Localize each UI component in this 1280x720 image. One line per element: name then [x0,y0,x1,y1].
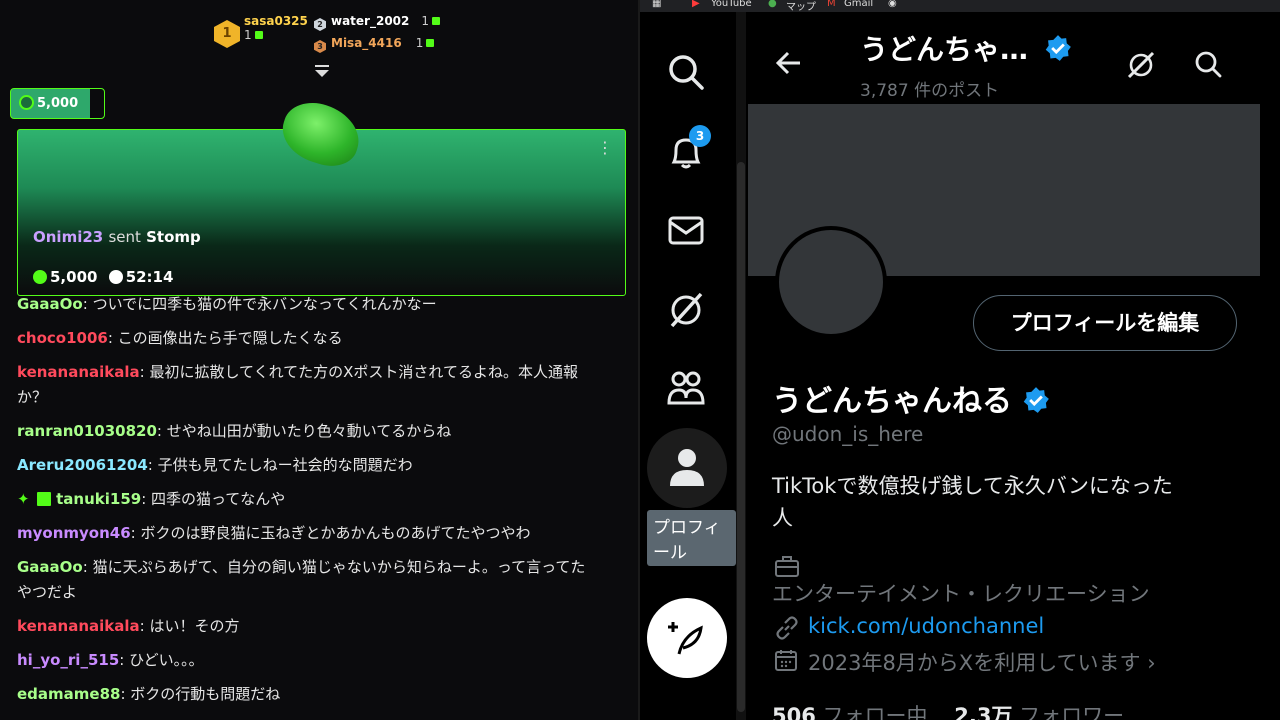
sidebar-scrollbar[interactable] [736,12,746,720]
chat-message: ranran01030820: せやね山田が動いたり色々動いてるからね [17,422,452,440]
stream-chat-panel: 1 sasa0325 1 2 water_2002 1 3 Misa_4416 1 5,… [0,0,640,720]
apps-grid-icon[interactable]: ▦ [652,0,661,9]
messages-mail-icon[interactable] [666,210,706,250]
silver-medal-icon: 2 [314,18,326,31]
gift-sender: Onimi23 [33,228,104,246]
chat-message: GaaaOo: 猫に天ぷらあげて、自分の飼い猫じゃないから知らねーよ。って言って… [17,558,586,601]
scrollbar-thumb[interactable] [737,162,745,712]
profile-bio: TikTokで数億投げ銭して永久バンになった人 [772,474,1173,530]
profile-tooltip: プロフィール [647,510,736,566]
collapse-icon[interactable] [314,64,330,78]
chat-message: choco1006: この画像出たら手で隠したくなる [17,329,343,347]
bookmark-gmail[interactable]: Gmail [844,0,873,9]
more-options-icon[interactable]: ⋮ [597,138,613,157]
followers-count[interactable]: 2.3万 [954,704,1012,720]
goal-pill[interactable]: 5,000 [10,88,105,119]
chat-message: hi_yo_ri_515: ひどい。。。 [17,651,204,669]
gmail-icon: M [827,0,836,9]
back-arrow-icon[interactable] [776,50,802,76]
subscriber-badge-icon [37,492,52,506]
globe-icon[interactable]: ◉ [888,0,897,9]
gift-message: Onimi23 sent Stomp [33,228,201,246]
following-count[interactable]: 506 [772,704,816,720]
x-profile-window: 3 プロフィール うどんちゃ… 3,787 件のポスト プロフィールを編集 うど… [640,12,1280,720]
chat-message: kenananaikala: はい！その方 [17,617,240,635]
chat-message: edamame88: ボクの行動も問題だね [17,685,281,703]
followers-label[interactable]: フォロワー [1019,704,1124,720]
header-name: うどんちゃ… [860,33,1029,66]
maps-icon: ● [768,0,777,9]
gift-icon [426,39,435,47]
profile-joined-text: 2023年8月からXを利用しています [808,651,1141,675]
profile-name: うどんちゃんねる [772,376,1050,420]
chat-message: kenananaikala: 最初に拡散してくれてた方のXポスト消されてるよね。… [17,363,578,406]
edit-profile-button[interactable]: プロフィールを編集 [973,295,1237,351]
gift-stats: 5,000 52:14 [33,268,173,286]
gift-verb: sent [108,228,141,246]
gift-icon [432,17,441,25]
leaderboard-name: sasa0325 [244,14,308,28]
gift-icon [254,31,263,39]
avatar[interactable] [775,226,887,338]
verified-badge-icon [1024,387,1050,413]
profile-person-icon [670,449,704,486]
header-title: うどんちゃ… [860,28,1072,68]
leaderboard-count: 1 [421,14,430,28]
chat-message: GaaaOo: ついでに四季も猫の件で永バンなってくれんかなー [17,295,437,313]
follow-stats: 506 フォロー中 2.3万 フォロワー [772,700,1124,720]
youtube-icon: ▶ [692,0,700,9]
grok-icon[interactable] [666,290,706,330]
gift-timer: 52:14 [125,268,174,286]
bookmark-youtube[interactable]: YouTube [711,0,752,9]
bookmarks-bar: ▦ ▶ YouTube ● マップ M Gmail ◉ [640,0,1280,13]
kick-coin-icon [33,270,47,284]
profile-joined[interactable]: 2023年8月からXを利用しています › [808,647,1156,677]
goal-value: 5,000 [37,96,79,111]
search-icon[interactable] [666,52,706,92]
leaderboard-entry-2: 2 water_2002 1 3 Misa_4416 1 [314,14,441,53]
profile-nav-hover[interactable] [647,428,727,508]
following-label[interactable]: フォロー中 [823,704,928,720]
chat-message: ✦ tanuki159: 四季の猫ってなんや [17,490,286,508]
leaderboard-count: 1 [244,28,252,42]
clock-icon [108,270,123,284]
chat-message: myonmyon46: ボクのは野良猫に玉ねぎとかあかんものあげてたやつやわ [17,524,531,542]
gift-item: Stomp [146,228,201,246]
communities-icon[interactable] [666,368,706,408]
kick-coin-icon [19,95,34,110]
compose-post-button[interactable] [647,598,727,678]
profile-category: エンターテイメント・レクリエーション [772,582,1150,606]
leaderboard-count: 1 [415,36,424,50]
bronze-medal-icon: 3 [314,40,326,53]
sparkle-badge-icon: ✦ [17,490,30,508]
leaderboard-entry-1: sasa0325 1 [244,14,308,42]
chat-message: Areru20061204: 子供も見てたしねー社会的な問題だわ [17,456,413,474]
feather-plus-icon [668,622,703,655]
profile-main: うどんちゃ… 3,787 件のポスト プロフィールを編集 うどんちゃんねる @u… [748,12,1260,720]
notifications-badge: 3 [689,125,711,147]
x-sidebar: 3 プロフィール [640,12,736,720]
profile-handle: @udon_is_here [772,422,924,446]
header-post-count: 3,787 件のポスト [860,81,1000,101]
verified-badge-icon [1045,35,1071,61]
calendar-icon [775,650,797,671]
profile-display-name: うどんちゃんねる [772,384,1012,419]
grok-icon[interactable] [1126,50,1156,80]
chevron-right-icon: › [1147,651,1156,675]
briefcase-icon [775,556,799,577]
gift-amount: 5,000 [50,268,98,286]
leaderboard-name: Misa_4416 [331,36,402,50]
link-icon [776,616,798,640]
profile-link[interactable]: kick.com/udonchannel [808,614,1044,638]
gold-medal-icon: 1 [214,20,240,48]
search-icon[interactable] [1194,50,1222,78]
leaderboard-name: water_2002 [331,14,410,28]
